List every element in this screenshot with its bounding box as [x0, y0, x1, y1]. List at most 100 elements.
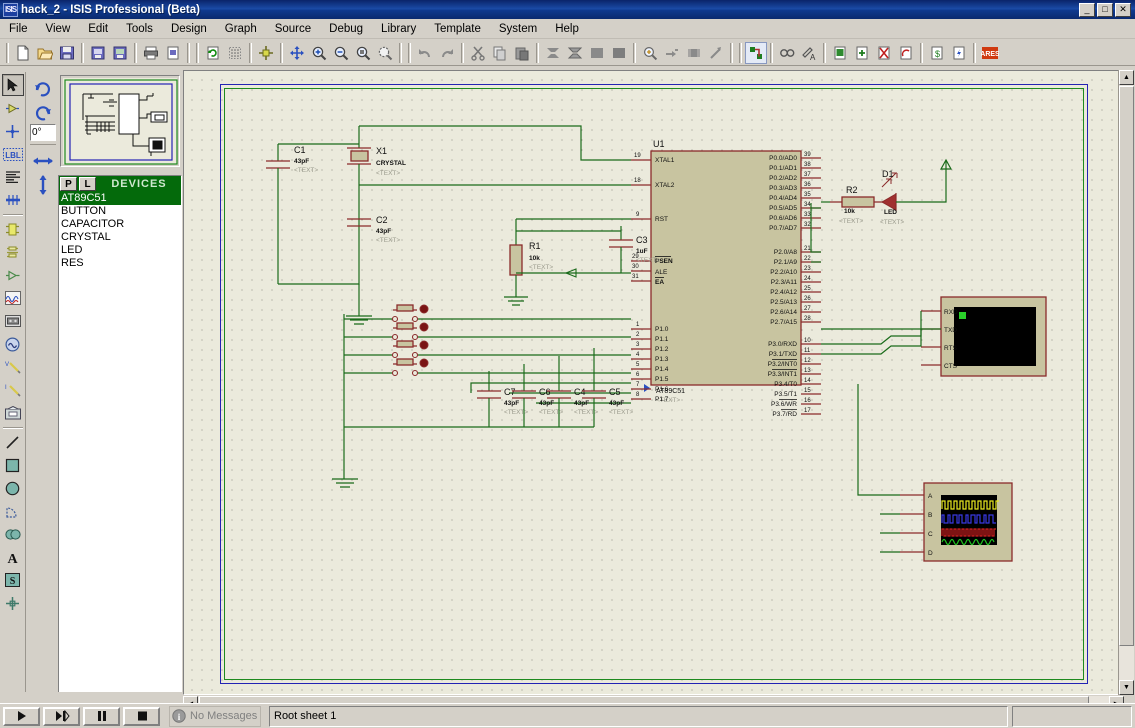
open-folder-icon[interactable]	[34, 42, 56, 64]
make-device-icon[interactable]	[661, 42, 683, 64]
menu-design[interactable]: Design	[162, 21, 216, 37]
component-mode-icon[interactable]	[2, 97, 24, 119]
voltage-probe-mode-icon[interactable]: V	[2, 356, 24, 378]
block-move-icon[interactable]	[564, 42, 586, 64]
vertical-scroll-thumb[interactable]	[1119, 86, 1134, 646]
device-item-button[interactable]: BUTTON	[59, 205, 181, 218]
refresh-icon[interactable]	[202, 42, 224, 64]
export-section-icon[interactable]	[109, 42, 131, 64]
junction-dot-mode-icon[interactable]	[2, 120, 24, 142]
generator-mode-icon[interactable]	[2, 333, 24, 355]
tape-recorder-mode-icon[interactable]	[2, 310, 24, 332]
scroll-down-button[interactable]: ▼	[1119, 680, 1134, 695]
text-tool-icon[interactable]: A	[2, 546, 24, 568]
rotate-clockwise-icon[interactable]	[30, 76, 56, 100]
selection-mode-icon[interactable]	[1, 74, 24, 96]
zoom-all-icon[interactable]	[352, 42, 374, 64]
menu-help[interactable]: Help	[546, 21, 588, 37]
mirror-vertical-icon[interactable]	[30, 173, 56, 197]
print-icon[interactable]	[140, 42, 162, 64]
symbol-tool-icon[interactable]: S	[2, 569, 24, 591]
search-tag-icon[interactable]	[776, 42, 798, 64]
property-assignment-icon[interactable]: A	[798, 42, 820, 64]
menu-template[interactable]: Template	[425, 21, 490, 37]
design-explorer-icon[interactable]	[829, 42, 851, 64]
menu-edit[interactable]: Edit	[79, 21, 117, 37]
device-item-capacitor[interactable]: CAPACITOR	[59, 218, 181, 231]
simulation-stop-button[interactable]	[123, 706, 160, 726]
minimize-button[interactable]: _	[1079, 2, 1095, 17]
paste-icon[interactable]	[511, 42, 533, 64]
wire-autorouter-icon[interactable]	[745, 41, 767, 64]
cut-icon[interactable]	[467, 42, 489, 64]
print-area-icon[interactable]	[162, 42, 184, 64]
menu-graph[interactable]: Graph	[216, 21, 266, 37]
redo-icon[interactable]	[436, 42, 458, 64]
line-tool-icon[interactable]	[2, 431, 24, 453]
menu-debug[interactable]: Debug	[320, 21, 372, 37]
zoom-out-icon[interactable]	[330, 42, 352, 64]
mirror-horizontal-icon[interactable]	[30, 149, 56, 173]
zoom-in-icon[interactable]	[308, 42, 330, 64]
pick-devices-button[interactable]: P	[60, 177, 77, 191]
save-icon[interactable]	[56, 42, 78, 64]
undo-icon[interactable]	[414, 42, 436, 64]
current-probe-mode-icon[interactable]: I	[2, 379, 24, 401]
devices-list[interactable]: AT89C51 BUTTON CAPACITOR CRYSTAL LED RES	[59, 192, 181, 270]
menu-system[interactable]: System	[490, 21, 546, 37]
menu-library[interactable]: Library	[372, 21, 425, 37]
block-copy-icon[interactable]	[542, 42, 564, 64]
bill-of-materials-icon[interactable]: $	[926, 42, 948, 64]
pan-icon[interactable]	[286, 42, 308, 64]
menu-view[interactable]: View	[37, 21, 80, 37]
library-button[interactable]: L	[79, 177, 96, 191]
electrical-rule-check-icon[interactable]	[948, 42, 970, 64]
rotate-anticlockwise-icon[interactable]	[30, 100, 56, 124]
remove-sheet-icon[interactable]	[873, 42, 895, 64]
device-item-led[interactable]: LED	[59, 244, 181, 257]
terminals-mode-icon[interactable]	[2, 241, 24, 263]
box-tool-icon[interactable]	[2, 454, 24, 476]
simulation-pause-button[interactable]	[83, 706, 120, 726]
new-sheet-icon[interactable]	[851, 42, 873, 64]
close-button[interactable]: ✕	[1115, 2, 1131, 17]
device-item-crystal[interactable]: CRYSTAL	[59, 231, 181, 244]
simulation-play-button[interactable]	[3, 706, 40, 726]
pick-device-icon[interactable]	[639, 42, 661, 64]
vertical-scrollbar[interactable]: ▲ ▼	[1118, 70, 1134, 695]
device-pin-mode-icon[interactable]	[2, 264, 24, 286]
path-tool-icon[interactable]	[2, 523, 24, 545]
circle-tool-icon[interactable]	[2, 477, 24, 499]
text-script-mode-icon[interactable]	[2, 166, 24, 188]
origin-icon[interactable]	[255, 42, 277, 64]
menu-source[interactable]: Source	[266, 21, 320, 37]
device-item-res[interactable]: RES	[59, 257, 181, 270]
graph-mode-icon[interactable]	[2, 287, 24, 309]
menu-file[interactable]: File	[0, 21, 37, 37]
block-delete-icon[interactable]	[608, 42, 630, 64]
buses-mode-icon[interactable]	[2, 189, 24, 211]
rotation-angle-input[interactable]: 0°	[30, 124, 56, 141]
packaging-tool-icon[interactable]	[683, 42, 705, 64]
maximize-button[interactable]: □	[1097, 2, 1113, 17]
marker-tool-icon[interactable]	[2, 592, 24, 614]
ares-icon[interactable]: ARES	[979, 42, 1001, 64]
menu-tools[interactable]: Tools	[117, 21, 162, 37]
zoom-area-icon[interactable]	[374, 42, 396, 64]
decompose-icon[interactable]	[705, 42, 727, 64]
simulation-step-button[interactable]	[43, 706, 80, 726]
exit-sheet-icon[interactable]	[895, 42, 917, 64]
virtual-instrument-mode-icon[interactable]	[2, 402, 24, 424]
import-section-icon[interactable]	[87, 42, 109, 64]
block-rotate-icon[interactable]	[586, 42, 608, 64]
device-item-at89c51[interactable]: AT89C51	[59, 192, 181, 205]
toggle-grid-icon[interactable]	[224, 42, 246, 64]
wire-label-mode-icon[interactable]: LBL	[2, 143, 24, 165]
arc-tool-icon[interactable]	[2, 500, 24, 522]
schematic-preview-pane[interactable]	[60, 75, 180, 167]
copy-icon[interactable]	[489, 42, 511, 64]
new-file-icon[interactable]	[12, 42, 34, 64]
subcircuit-mode-icon[interactable]	[2, 218, 24, 240]
schematic-editor-canvas[interactable]: .w { stroke:#1a6b1a; stroke-width:1.2; f…	[183, 70, 1124, 695]
scroll-up-button[interactable]: ▲	[1119, 70, 1134, 85]
